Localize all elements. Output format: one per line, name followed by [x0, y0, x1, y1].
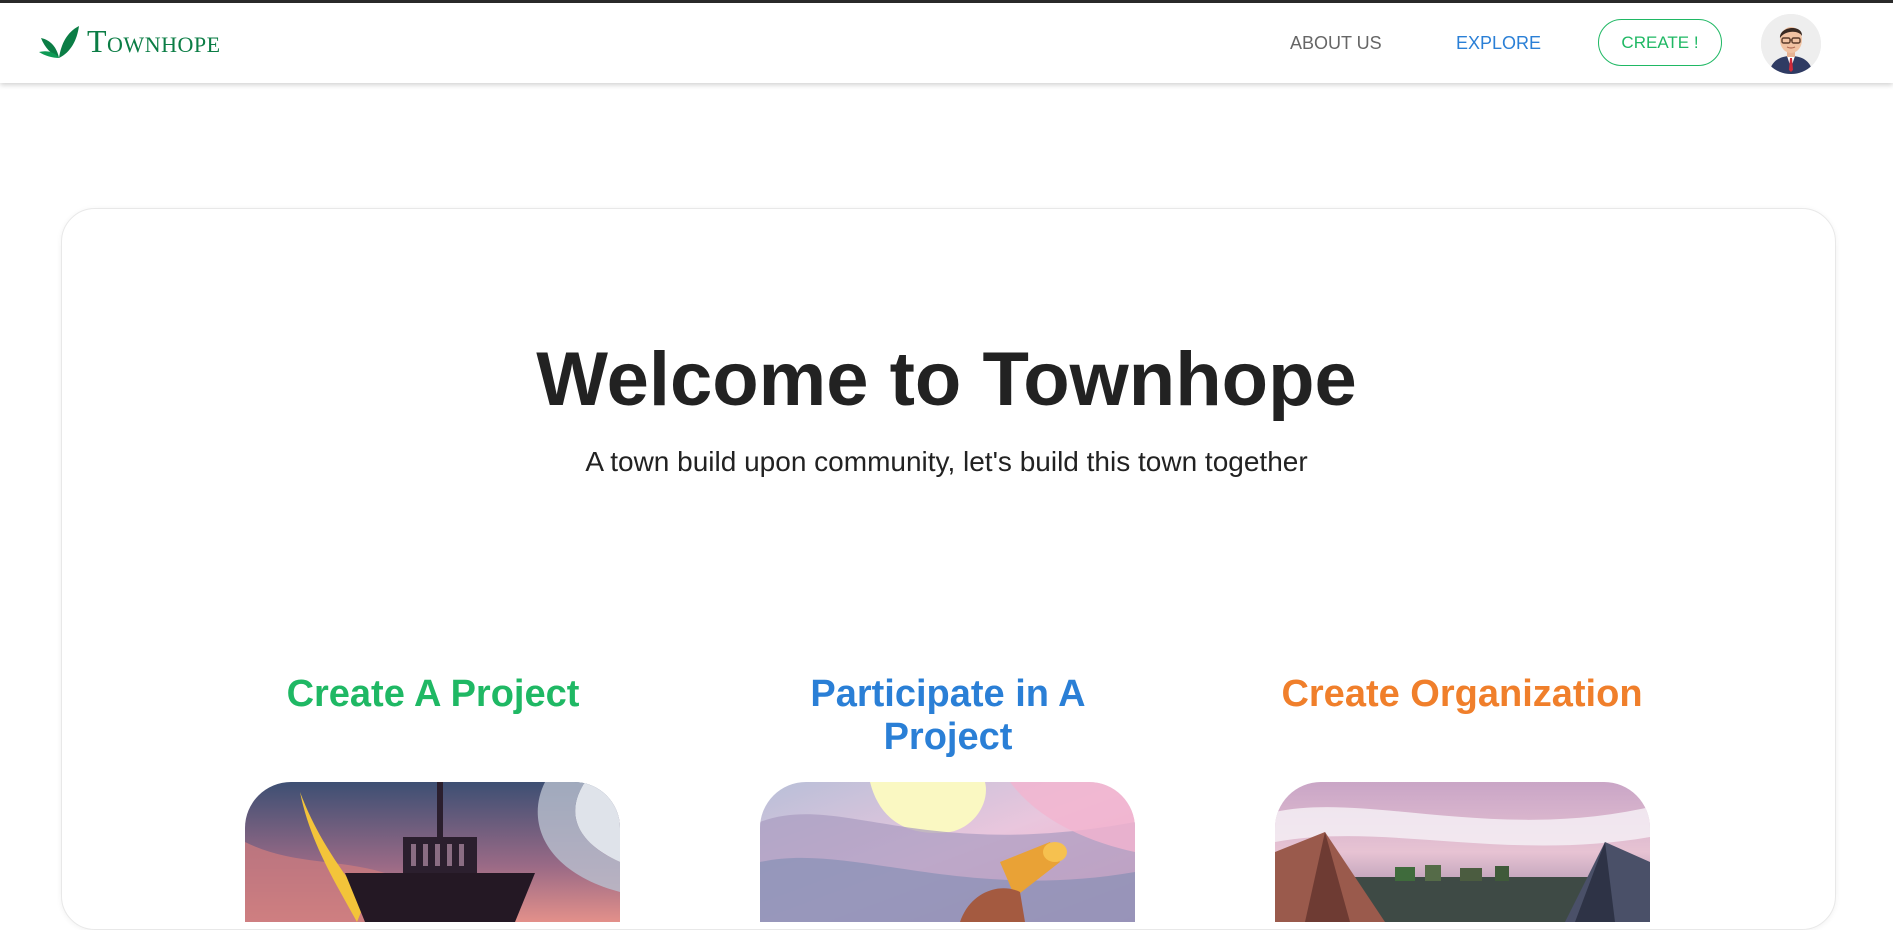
nav-about-us[interactable]: ABOUT US	[1290, 33, 1382, 54]
user-avatar[interactable]	[1761, 14, 1821, 74]
create-organization-image[interactable]	[1275, 782, 1650, 922]
page-subtitle: A town build upon community, let's build…	[585, 446, 1308, 477]
brand-name: Townhope	[87, 22, 221, 59]
user-avatar-icon	[1761, 14, 1821, 74]
feature-title-create-organization[interactable]: Create Organization	[1272, 673, 1652, 716]
leaf-icon	[39, 26, 79, 58]
feature-title-participate-project[interactable]: Participate in A Project	[758, 673, 1138, 759]
create-button[interactable]: CREATE !	[1598, 19, 1722, 66]
page-title: Welcome to Townhope	[536, 337, 1357, 422]
brand-logo[interactable]: Townhope	[37, 19, 221, 63]
navbar: Townhope ABOUT US EXPLORE CREATE !	[0, 3, 1893, 83]
create-project-image[interactable]	[245, 782, 620, 922]
participate-project-image[interactable]	[760, 782, 1135, 922]
nav-explore[interactable]: EXPLORE	[1456, 33, 1541, 54]
feature-title-create-project[interactable]: Create A Project	[243, 673, 623, 716]
